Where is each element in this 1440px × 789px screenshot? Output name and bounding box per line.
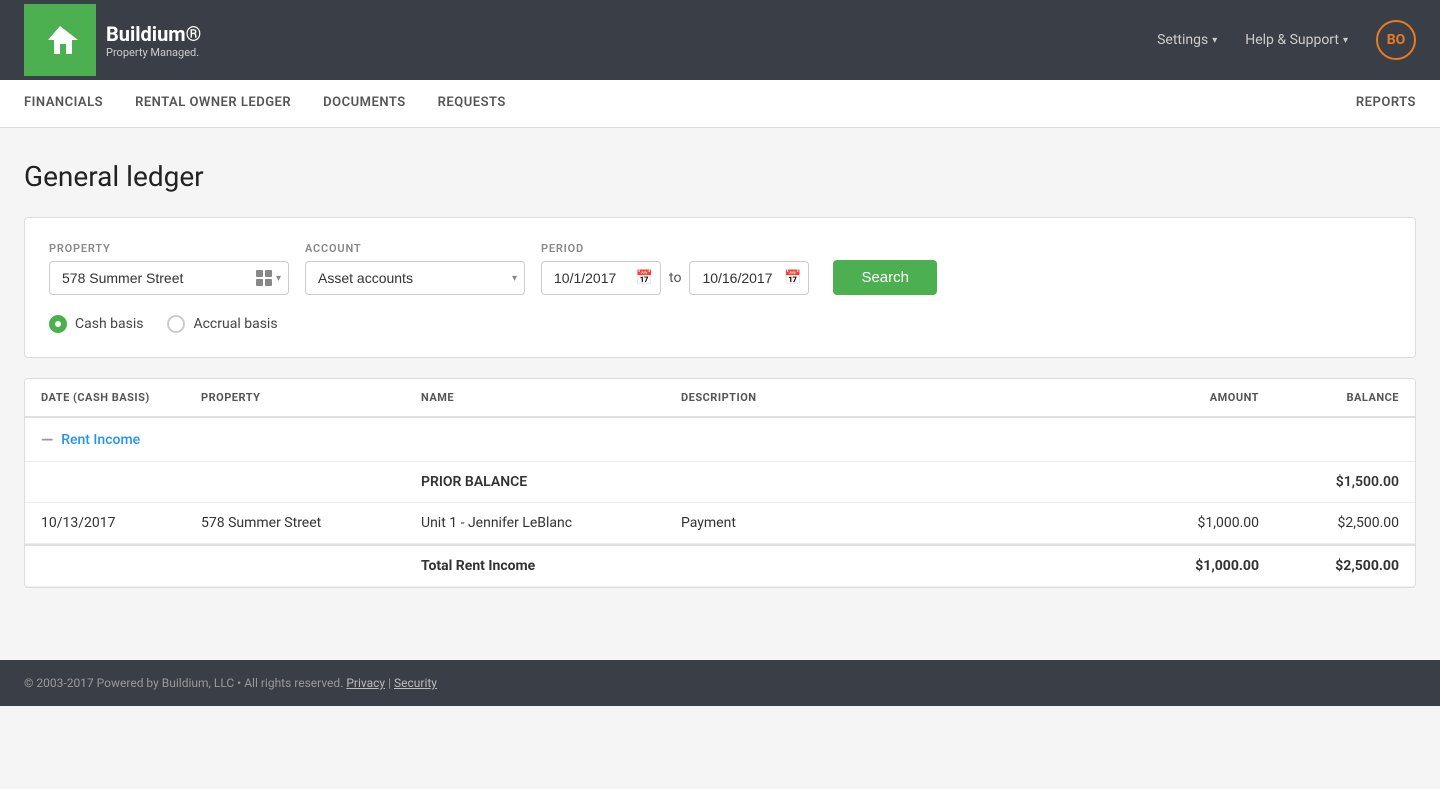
brand-tagline: Property Managed.: [106, 46, 201, 59]
period-filter-group: PERIOD 📅 to 📅: [541, 242, 809, 295]
to-label: to: [669, 270, 681, 286]
row-description: Payment: [681, 515, 1119, 531]
section-collapse-icon[interactable]: —: [41, 430, 53, 449]
footer-privacy-link[interactable]: Privacy: [346, 676, 385, 690]
top-nav-right: Settings ▾ Help & Support ▾ BO: [1157, 20, 1416, 60]
date-from-input[interactable]: [541, 261, 661, 295]
total-date: [41, 558, 201, 574]
rent-income-section-row: — Rent Income: [25, 418, 1415, 462]
page-title: General ledger: [24, 160, 1416, 193]
property-filter-group: PROPERTY 578 Summer Street ▾: [49, 242, 289, 295]
footer: © 2003-2017 Powered by Buildium, LLC • A…: [0, 660, 1440, 706]
total-label: Total Rent Income: [421, 558, 681, 574]
date-to-input[interactable]: [689, 261, 809, 295]
sub-nav-left: FINANCIALS RENTAL OWNER LEDGER DOCUMENTS…: [24, 81, 506, 126]
accrual-basis-radio[interactable]: [167, 315, 185, 333]
help-chevron-icon: ▾: [1343, 35, 1348, 46]
row-property: 578 Summer Street: [201, 515, 421, 531]
prior-balance-date: [41, 474, 201, 490]
th-description: DESCRIPTION: [681, 391, 1119, 404]
table-header: DATE (CASH BASIS) PROPERTY NAME DESCRIPT…: [25, 379, 1415, 418]
logo-area: Buildium® Property Managed.: [24, 4, 201, 76]
settings-chevron-icon: ▾: [1212, 35, 1217, 46]
prior-balance-row: PRIOR BALANCE $1,500.00: [25, 462, 1415, 503]
settings-link[interactable]: Settings ▾: [1157, 32, 1217, 48]
brand-name: Buildium®: [106, 22, 201, 46]
period-row: 📅 to 📅: [541, 261, 809, 295]
section-name-rent-income[interactable]: Rent Income: [61, 432, 140, 448]
property-select[interactable]: 578 Summer Street: [49, 261, 289, 295]
logo-box: [24, 4, 96, 76]
sub-nav-right: REPORTS: [1356, 81, 1416, 126]
main-content: General ledger PROPERTY 578 Summer Stree…: [0, 128, 1440, 620]
total-description: [681, 558, 1119, 574]
top-nav: Buildium® Property Managed. Settings ▾ H…: [0, 0, 1440, 80]
date-to-wrap: 📅: [689, 261, 809, 295]
th-date: DATE (CASH BASIS): [41, 391, 201, 404]
total-amount: $1,000.00: [1119, 558, 1259, 574]
th-name: NAME: [421, 391, 681, 404]
row-balance: $2,500.00: [1259, 515, 1399, 531]
account-select-wrap: Asset accounts ▾: [305, 261, 525, 295]
total-property: [201, 558, 421, 574]
cash-basis-radio[interactable]: [49, 315, 67, 333]
property-select-wrap: 578 Summer Street ▾: [49, 261, 289, 295]
prior-balance-name: PRIOR BALANCE: [421, 474, 681, 490]
logo-text: Buildium® Property Managed.: [106, 22, 201, 59]
row-date: 10/13/2017: [41, 515, 201, 531]
search-button[interactable]: Search: [833, 260, 937, 295]
sub-nav: FINANCIALS RENTAL OWNER LEDGER DOCUMENTS…: [0, 80, 1440, 128]
date-from-wrap: 📅: [541, 261, 661, 295]
accrual-basis-option[interactable]: Accrual basis: [167, 315, 277, 333]
row-name: Unit 1 - Jennifer LeBlanc: [421, 515, 681, 531]
th-amount: AMOUNT: [1119, 391, 1259, 404]
table-row: 10/13/2017 578 Summer Street Unit 1 - Je…: [25, 503, 1415, 544]
period-label: PERIOD: [541, 242, 809, 255]
filter-card: PROPERTY 578 Summer Street ▾ ACCOUNT: [24, 217, 1416, 358]
prior-balance-property: [201, 474, 421, 490]
nav-documents[interactable]: DOCUMENTS: [323, 81, 406, 126]
nav-requests[interactable]: REQUESTS: [438, 81, 506, 126]
total-balance: $2,500.00: [1259, 558, 1399, 574]
help-support-link[interactable]: Help & Support ▾: [1245, 32, 1348, 48]
prior-balance-amount: [1119, 474, 1259, 490]
nav-financials[interactable]: FINANCIALS: [24, 81, 103, 126]
row-amount: $1,000.00: [1119, 515, 1259, 531]
account-select[interactable]: Asset accounts: [305, 261, 525, 295]
avatar[interactable]: BO: [1376, 20, 1416, 60]
cash-basis-option[interactable]: Cash basis: [49, 315, 143, 333]
nav-rental-owner-ledger[interactable]: RENTAL OWNER LEDGER: [135, 81, 291, 126]
logo-icon: [40, 20, 80, 60]
property-label: PROPERTY: [49, 242, 289, 255]
radio-row: Cash basis Accrual basis: [49, 315, 1391, 333]
ledger-table: DATE (CASH BASIS) PROPERTY NAME DESCRIPT…: [24, 378, 1416, 588]
prior-balance-description: [681, 474, 1119, 490]
total-row: Total Rent Income $1,000.00 $2,500.00: [25, 544, 1415, 587]
th-property: PROPERTY: [201, 391, 421, 404]
footer-security-link[interactable]: Security: [394, 676, 437, 690]
nav-reports[interactable]: REPORTS: [1356, 81, 1416, 126]
account-filter-group: ACCOUNT Asset accounts ▾: [305, 242, 525, 295]
th-balance: BALANCE: [1259, 391, 1399, 404]
accrual-basis-label: Accrual basis: [193, 316, 277, 332]
footer-text: © 2003-2017 Powered by Buildium, LLC • A…: [24, 676, 1416, 690]
prior-balance-balance: $1,500.00: [1259, 474, 1399, 490]
filter-row: PROPERTY 578 Summer Street ▾ ACCOUNT: [49, 242, 1391, 295]
cash-basis-label: Cash basis: [75, 316, 143, 332]
account-label: ACCOUNT: [305, 242, 525, 255]
